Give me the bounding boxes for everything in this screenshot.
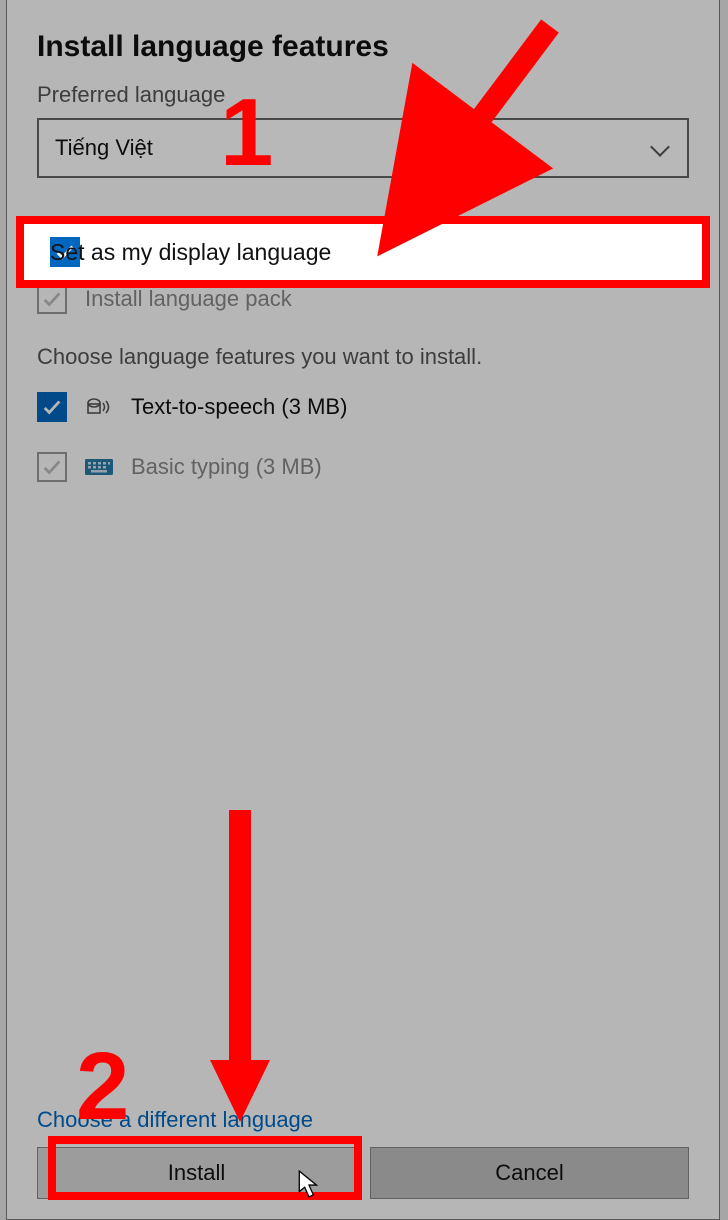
dialog-buttons: Install Cancel	[37, 1147, 689, 1199]
feature-basic-typing: Basic typing (3 MB)	[37, 446, 689, 488]
keyboard-icon	[85, 456, 113, 478]
chevron-down-icon	[651, 138, 671, 158]
checkbox-checked-icon	[37, 392, 67, 422]
option-label: Set as my display language	[85, 220, 354, 246]
install-language-dialog: Install language features Preferred lang…	[6, 0, 720, 1220]
option-install-language-pack: Install language pack	[37, 278, 689, 320]
choose-different-language-link[interactable]: Choose a different language	[37, 1107, 689, 1133]
checkbox-checked-icon	[37, 218, 67, 248]
cancel-button[interactable]: Cancel	[370, 1147, 689, 1199]
dropdown-selected-value: Tiếng Việt	[55, 135, 153, 161]
speech-icon	[85, 396, 113, 418]
feature-label: Basic typing (3 MB)	[131, 454, 322, 480]
option-set-display-language[interactable]: Set as my display language	[37, 212, 689, 254]
choose-features-label: Choose language features you want to ins…	[37, 344, 689, 370]
checkbox-disabled-icon	[37, 284, 67, 314]
install-button[interactable]: Install	[37, 1147, 356, 1199]
dialog-title: Install language features	[37, 30, 689, 64]
preferred-language-dropdown[interactable]: Tiếng Việt	[37, 118, 689, 178]
preferred-language-label: Preferred language	[37, 82, 689, 108]
checkbox-disabled-icon	[37, 452, 67, 482]
feature-text-to-speech[interactable]: Text-to-speech (3 MB)	[37, 386, 689, 428]
feature-label: Text-to-speech (3 MB)	[131, 394, 347, 420]
option-label: Install language pack	[85, 286, 292, 312]
